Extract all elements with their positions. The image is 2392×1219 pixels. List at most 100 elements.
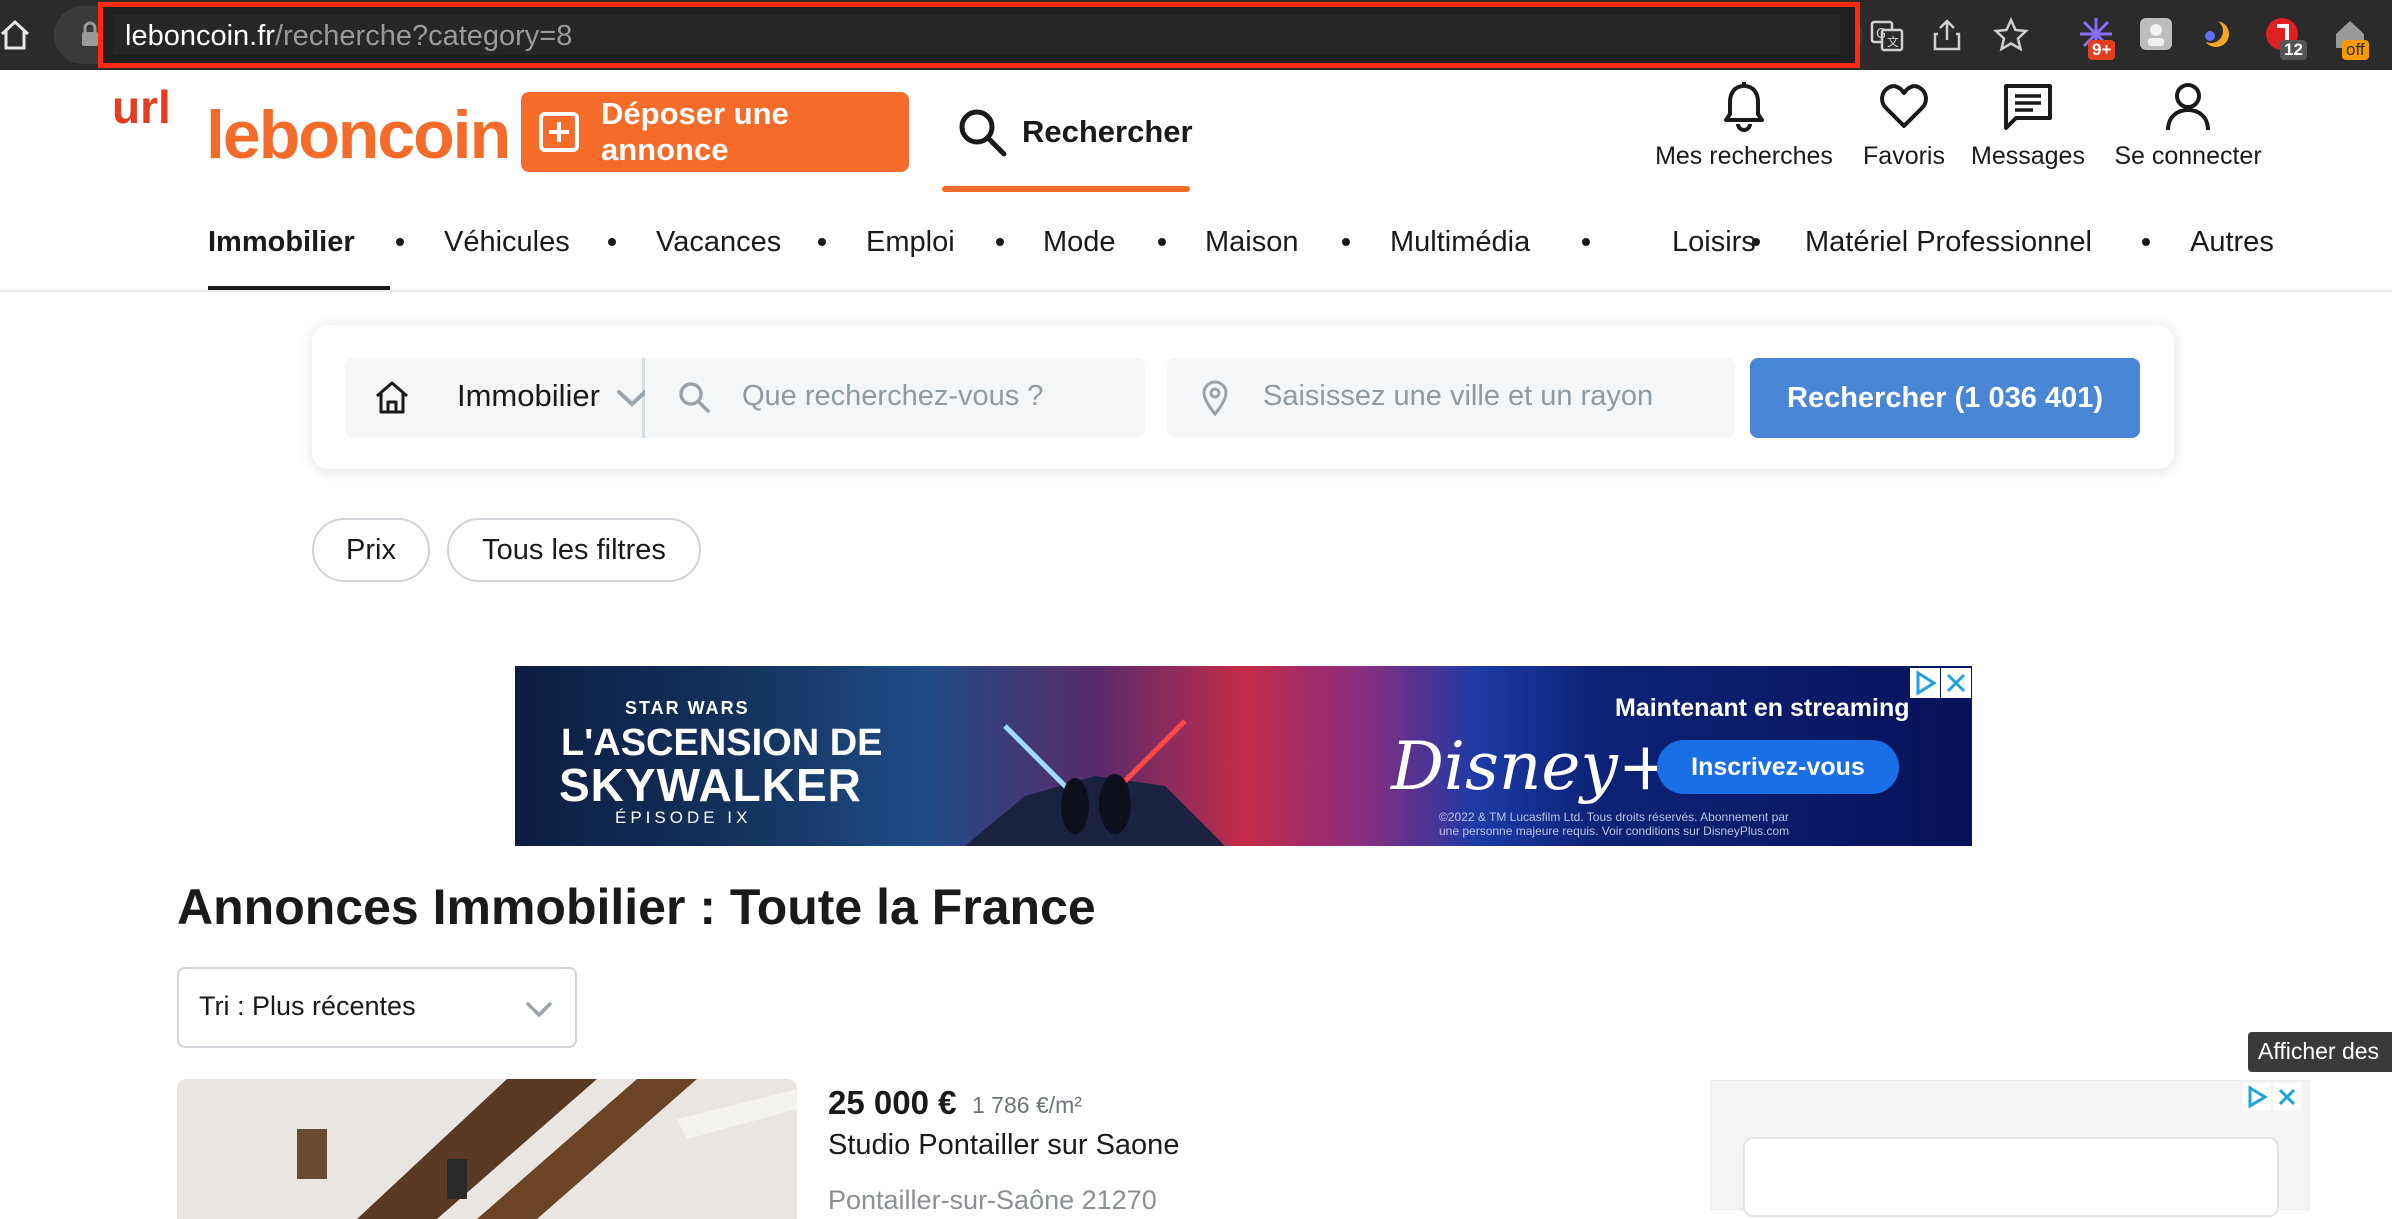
post-ad-button[interactable]: Déposer une annonce [521, 92, 909, 172]
category-autres[interactable]: Autres [2190, 226, 2274, 259]
disney-plus-logo: Disney+ [1391, 728, 1674, 805]
category-multimedia[interactable]: Multimédia [1390, 226, 1530, 259]
filter-price-chip[interactable]: Prix [312, 518, 430, 582]
search-icon [959, 109, 1007, 157]
adchoices-icon[interactable] [1910, 668, 1940, 698]
close-ad-icon[interactable] [1941, 668, 1971, 698]
separator-dot [2142, 238, 2150, 246]
listing-price: 25 000 € [828, 1084, 957, 1121]
search-submit-button[interactable]: Rechercher (1 036 401) [1750, 358, 2140, 438]
annotation-label: url [112, 81, 171, 133]
category-emploi[interactable]: Emploi [866, 226, 955, 259]
translate-icon[interactable]: G 文 [1868, 16, 1906, 54]
url-host: leboncoin.fr [125, 20, 275, 52]
search-card: Immobilier Que recherchez-vous ? Saisiss… [312, 325, 2174, 469]
listing-photo[interactable] [177, 1079, 797, 1219]
banner-episode: ÉPISODE IX [615, 808, 752, 827]
separator-dot [1158, 238, 1166, 246]
header-search-label: Rechercher [1022, 114, 1193, 149]
chevron-down-icon [617, 390, 647, 407]
nav-saved-searches-label: Mes recherches [1655, 142, 1833, 170]
location-input[interactable]: Saisissez une ville et un rayon [1167, 358, 1735, 438]
user-icon [2166, 83, 2210, 131]
search-placeholder: Que recherchez-vous ? [742, 380, 1044, 412]
filter-all-chip[interactable]: Tous les filtres [447, 518, 701, 582]
category-loisirs[interactable]: Loisirs [1672, 226, 1756, 259]
category-vehicules[interactable]: Véhicules [444, 226, 570, 259]
post-ad-label: Déposer une annonce [601, 96, 789, 167]
location-placeholder: Saisissez une ville et un rayon [1263, 380, 1654, 412]
heart-icon [1880, 84, 1928, 128]
nav-messages[interactable]: Messages [1970, 80, 2086, 171]
extension-badge: off [2342, 40, 2369, 60]
separator-dot [608, 238, 616, 246]
listing-location: Pontailler-sur-Saône 21270 [828, 1185, 1157, 1215]
home-icon [376, 381, 408, 414]
plus-square-icon [539, 112, 579, 152]
category-maison[interactable]: Maison [1205, 226, 1299, 259]
lock-icon [82, 21, 98, 46]
starwars-artwork [965, 719, 1225, 846]
side-tooltip[interactable]: Afficher des [2248, 1032, 2392, 1072]
banner-title-line2: SKYWALKER [559, 759, 862, 811]
separator-dot [396, 238, 404, 246]
nav-favorites[interactable]: Favoris [1854, 80, 1954, 171]
header-search-tab[interactable]: Rechercher [942, 92, 1193, 192]
category-immobilier[interactable]: Immobilier [208, 226, 355, 259]
nav-favorites-label: Favoris [1863, 142, 1945, 170]
subscribe-button[interactable]: Inscrivez-vous [1657, 740, 1899, 794]
separator-dot [818, 238, 826, 246]
listing-price-per-m2: 1 786 €/m² [972, 1092, 1082, 1118]
nav-login-label: Se connecter [2114, 142, 2262, 170]
separator-dot [996, 238, 1004, 246]
home-icon[interactable] [0, 18, 30, 52]
sort-select[interactable]: Tri : Plus récentes [177, 967, 577, 1048]
listing-title[interactable]: Studio Pontailler sur Saone [828, 1129, 1179, 1162]
ad-banner[interactable]: STAR WARS L'ASCENSION DE SKYWALKER ÉPISO… [515, 666, 1972, 846]
nav-saved-searches[interactable]: Mes recherches [1652, 80, 1836, 171]
separator-dot [1582, 238, 1590, 246]
svg-text:G: G [1876, 27, 1886, 42]
category-materiel-professionnel[interactable]: Matériel Professionnel [1805, 226, 2092, 259]
separator-dot [1752, 238, 1760, 246]
extension-puzzle-icon[interactable] [2136, 14, 2176, 54]
extension-moon-icon[interactable] [2196, 14, 2236, 54]
adchoices-icon[interactable] [2243, 1083, 2271, 1111]
url-text: leboncoin.fr/recherche?category=8 [125, 19, 572, 53]
side-ad-content [1743, 1137, 2279, 1217]
category-select[interactable]: Immobilier [345, 358, 647, 438]
bookmark-star-icon[interactable] [1992, 16, 2030, 54]
message-icon [2004, 84, 2052, 130]
search-input[interactable]: Que recherchez-vous ? [645, 358, 1145, 438]
listing-photo-image [177, 1079, 797, 1219]
share-icon[interactable] [1928, 16, 1966, 54]
nav-login[interactable]: Se connecter [2112, 80, 2264, 171]
svg-text:文: 文 [1887, 34, 1899, 49]
category-vacances[interactable]: Vacances [656, 226, 781, 259]
extension-badge: 9+ [2088, 40, 2116, 60]
banner-legal-line1: ©2022 & TM Lucasfilm Ltd. Tous droits ré… [1439, 810, 1789, 824]
close-ad-icon[interactable] [2273, 1083, 2301, 1111]
search-icon [679, 382, 710, 413]
extension-badge: 12 [2280, 40, 2307, 60]
nav-messages-label: Messages [1971, 142, 2085, 170]
banner-tagline: Maintenant en streaming [1615, 694, 1910, 722]
chevron-down-icon [526, 1002, 552, 1018]
active-category-underline [208, 286, 390, 290]
category-mode[interactable]: Mode [1043, 226, 1116, 259]
url-path: /recherche?category=8 [274, 20, 573, 52]
banner-legal-line2: une personne majeure requis. Voir condit… [1439, 824, 1790, 838]
category-select-label: Immobilier [457, 378, 600, 413]
leboncoin-logo[interactable]: leboncoin [206, 96, 511, 174]
url-highlight-box[interactable]: leboncoin.fr/recherche?category=8 [98, 2, 1860, 68]
separator-dot [1342, 238, 1350, 246]
page-title: Annonces Immobilier : Toute la France [177, 879, 1096, 935]
sort-select-label: Tri : Plus récentes [199, 991, 416, 1021]
browser-toolbar: leboncoin.fr/recherche?category=8 G 文 9+… [0, 0, 2392, 70]
starwars-brand: STAR WARS [625, 698, 750, 718]
category-nav: Immobilier Véhicules Vacances Emploi Mod… [0, 208, 2392, 292]
side-ad[interactable] [1710, 1080, 2310, 1217]
bell-icon [1724, 82, 1764, 132]
active-tab-underline [942, 186, 1190, 192]
banner-legal-text: ©2022 & TM Lucasfilm Ltd. Tous droits ré… [1439, 810, 1899, 838]
